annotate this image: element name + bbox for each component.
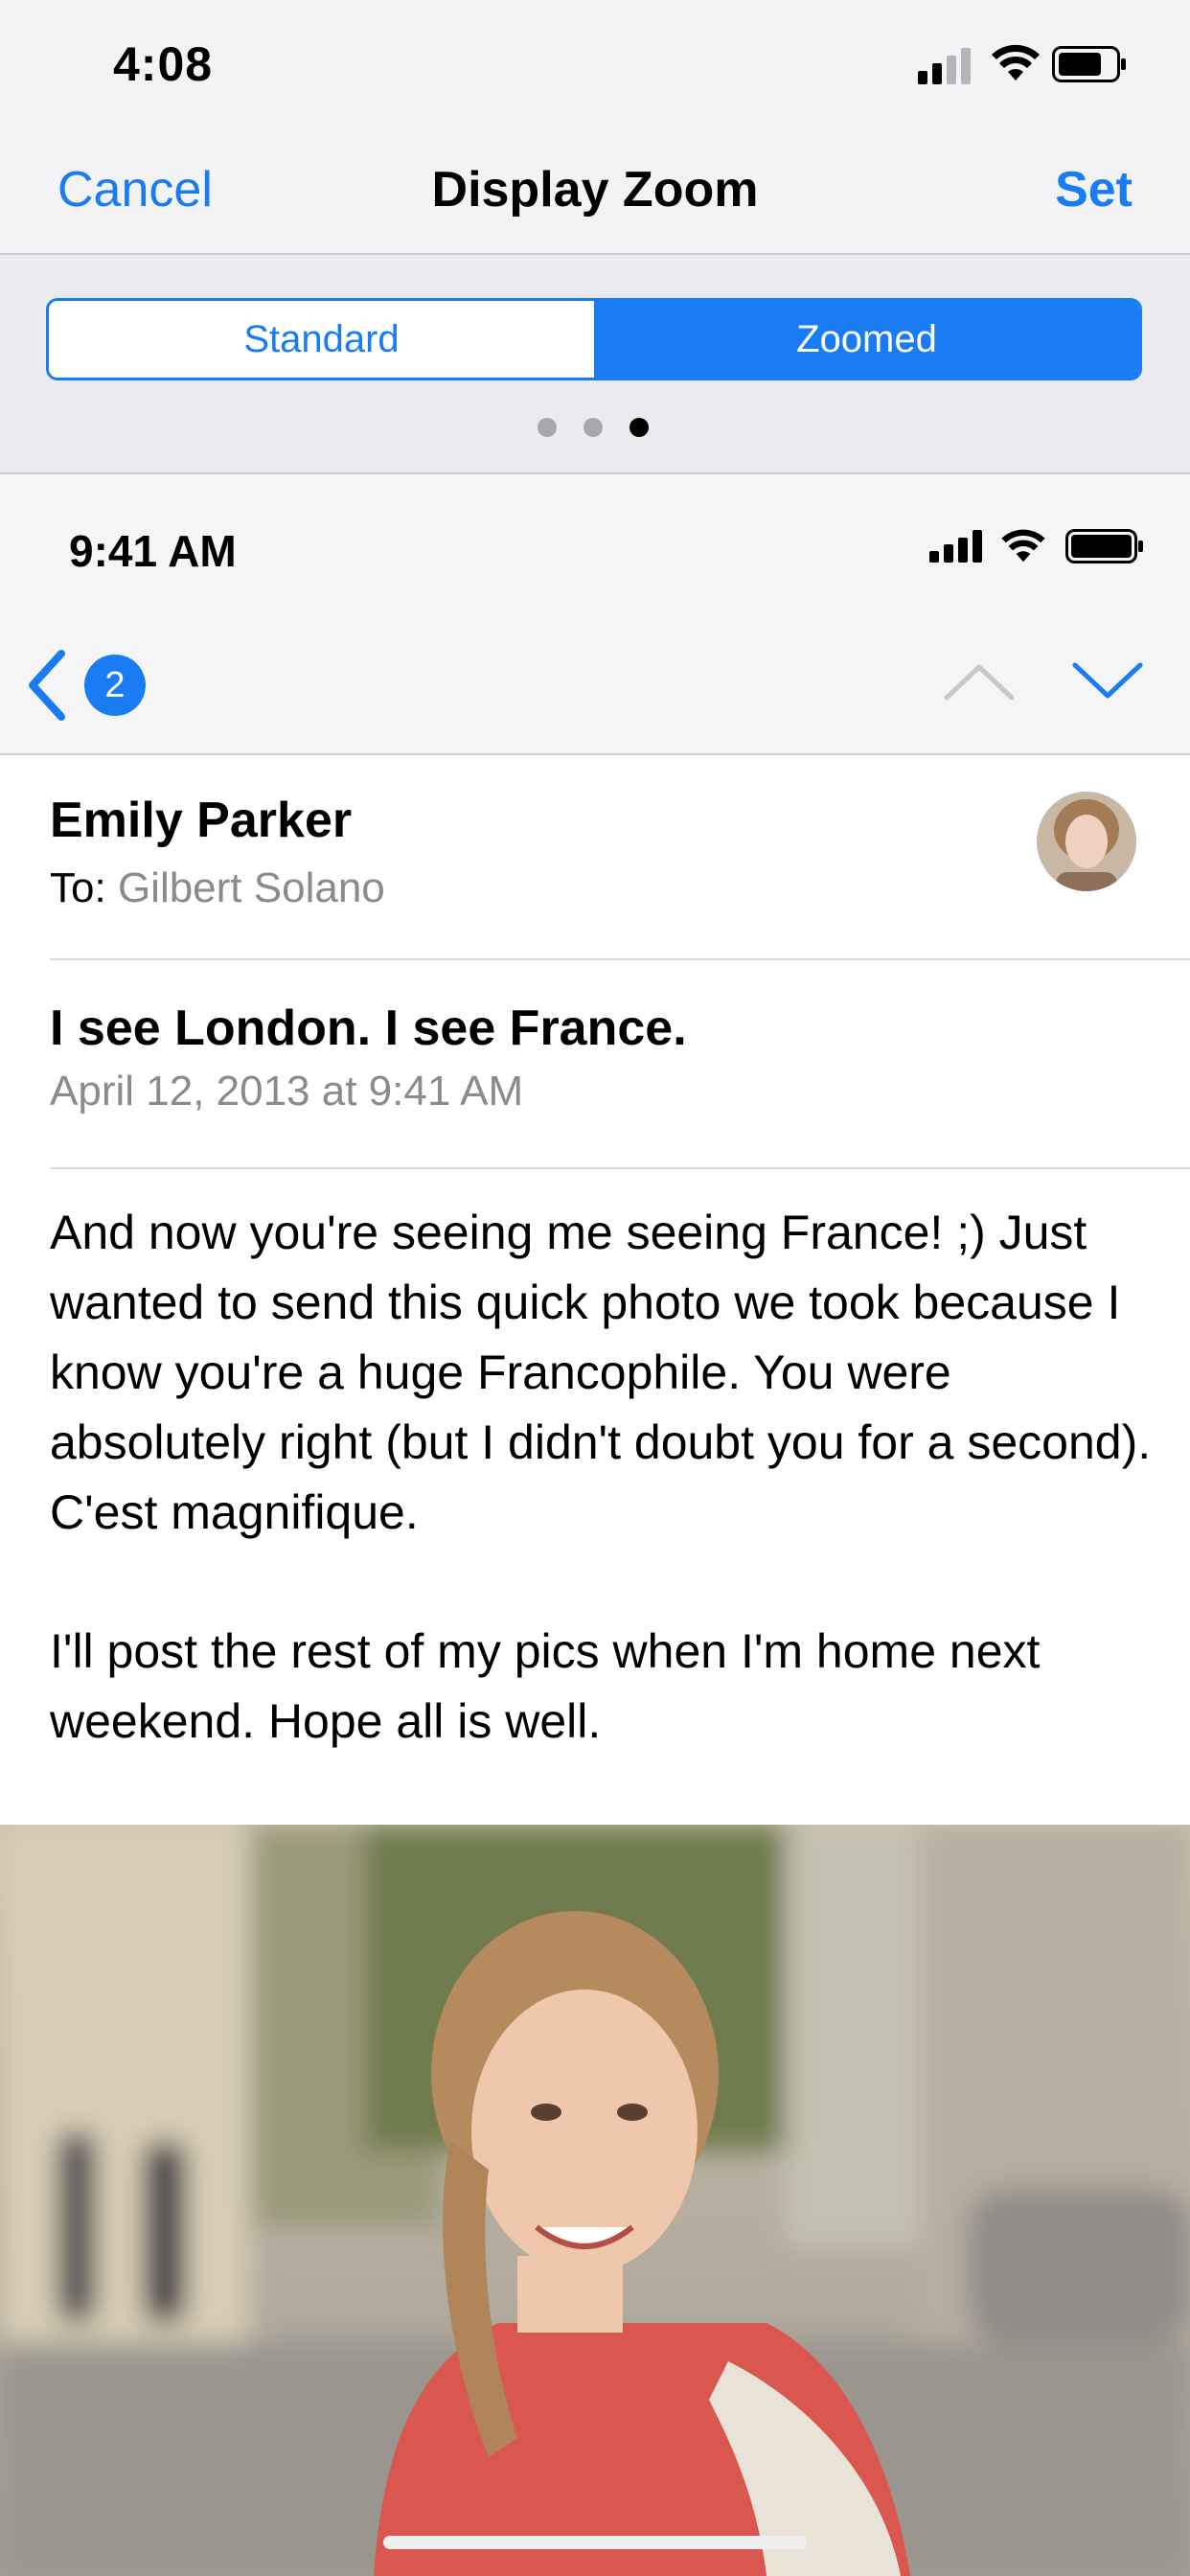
page-dot-2[interactable] xyxy=(584,418,603,437)
page-dot-1[interactable] xyxy=(538,418,557,437)
standard-segment[interactable]: Standard xyxy=(49,301,594,378)
email-date: April 12, 2013 at 9:41 AM xyxy=(50,1068,524,1115)
sender-avatar[interactable] xyxy=(1037,792,1136,891)
preview-top-bar xyxy=(0,474,1190,753)
battery-icon xyxy=(1052,46,1126,82)
wifi-icon xyxy=(992,44,1040,80)
zoomed-segment[interactable]: Zoomed xyxy=(594,301,1139,378)
email-body-paragraph: I'll post the rest of my pics when I'm h… xyxy=(50,1624,1041,1748)
next-message-chevron-down-icon[interactable] xyxy=(1071,659,1144,703)
preview-status-time: 9:41 AM xyxy=(69,526,237,576)
set-button[interactable]: Set xyxy=(1055,161,1133,218)
status-time: 4:08 xyxy=(113,37,214,91)
email-photo-attachment[interactable] xyxy=(0,1825,1190,2576)
email-sender: Emily Parker xyxy=(50,793,353,848)
preview-wifi-icon xyxy=(1001,529,1045,563)
avatar-photo xyxy=(1037,792,1136,891)
cellular-signal-icon xyxy=(918,48,971,84)
preview-battery-icon xyxy=(1065,529,1143,564)
previous-message-chevron-up-icon[interactable] xyxy=(943,659,1016,703)
preview-cellular-signal-icon xyxy=(929,530,982,563)
page-title: Display Zoom xyxy=(431,162,759,218)
subject-divider xyxy=(50,1167,1190,1169)
email-body-paragraph: And now you're seeing me seeing France! … xyxy=(50,1206,1152,1539)
home-indicator[interactable] xyxy=(383,2536,807,2549)
street-photo xyxy=(0,1825,1190,2576)
preview-nav-divider xyxy=(0,753,1190,755)
back-chevron-icon[interactable] xyxy=(23,648,69,723)
page-dot-3[interactable] xyxy=(629,418,649,437)
email-subject: I see London. I see France. xyxy=(50,1000,687,1056)
header-divider xyxy=(50,958,1190,960)
message-count-badge[interactable]: 2 xyxy=(84,655,146,716)
zoom-mode-segmented-control: Standard Zoomed xyxy=(46,298,1142,380)
to-label: To: xyxy=(50,864,106,911)
recipient-name[interactable]: Gilbert Solano xyxy=(118,864,385,911)
email-recipient-line: To: Gilbert Solano xyxy=(50,864,385,912)
